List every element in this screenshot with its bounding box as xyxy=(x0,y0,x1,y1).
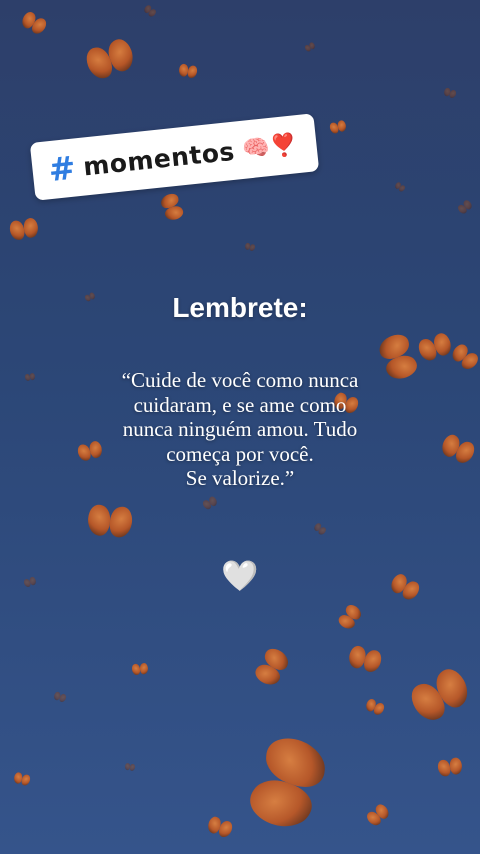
butterfly-icon xyxy=(87,504,134,539)
butterfly-icon xyxy=(24,373,35,382)
butterfly-icon xyxy=(304,41,316,52)
butterfly-icon xyxy=(13,772,31,787)
butterfly-icon xyxy=(83,36,137,82)
butterfly-icon xyxy=(252,645,292,689)
quote-line: nunca ninguém amou. Tudo xyxy=(122,417,358,441)
quote-line: “Cuide de você como nunca xyxy=(121,368,359,392)
brain-heart-emoji-icon: 🧠❣️ xyxy=(241,131,299,163)
hashtag-label: momentos xyxy=(81,136,237,182)
butterfly-icon xyxy=(9,217,40,241)
butterfly-icon xyxy=(244,731,332,835)
butterfly-icon xyxy=(244,242,255,251)
butterfly-icon xyxy=(124,763,135,772)
butterfly-icon xyxy=(313,522,328,536)
butterfly-icon xyxy=(201,495,218,510)
white-heart-icon: 🤍 xyxy=(221,559,259,594)
butterfly-icon xyxy=(456,199,473,216)
butterfly-icon xyxy=(132,663,149,676)
butterfly-icon xyxy=(365,802,392,828)
butterfly-icon xyxy=(329,120,347,135)
reminder-title: Lembrete: xyxy=(172,292,308,323)
butterfly-icon xyxy=(406,664,474,726)
butterfly-icon xyxy=(439,432,477,466)
butterfly-icon xyxy=(19,10,48,37)
quote-line: cuidaram, e se ame como xyxy=(133,392,347,417)
butterfly-icon xyxy=(364,697,386,716)
butterfly-icon xyxy=(416,331,454,363)
butterfly-icon xyxy=(449,342,480,373)
quote-line: começa por você. xyxy=(166,441,314,466)
hash-symbol: # xyxy=(46,148,78,190)
butterfly-icon xyxy=(336,602,364,631)
butterfly-icon xyxy=(394,181,406,192)
butterfly-icon xyxy=(53,691,67,703)
quote-text: “Cuide de você como nunca cuidaram, e se… xyxy=(60,368,420,491)
butterfly-icon xyxy=(206,815,234,839)
butterfly-icon xyxy=(347,644,384,674)
butterfly-icon xyxy=(443,87,457,99)
butterfly-icon xyxy=(143,4,158,18)
butterfly-icon xyxy=(437,757,464,778)
butterfly-icon xyxy=(178,63,198,79)
quote-line: Se valorize.” xyxy=(185,466,295,490)
butterfly-icon xyxy=(159,192,185,223)
